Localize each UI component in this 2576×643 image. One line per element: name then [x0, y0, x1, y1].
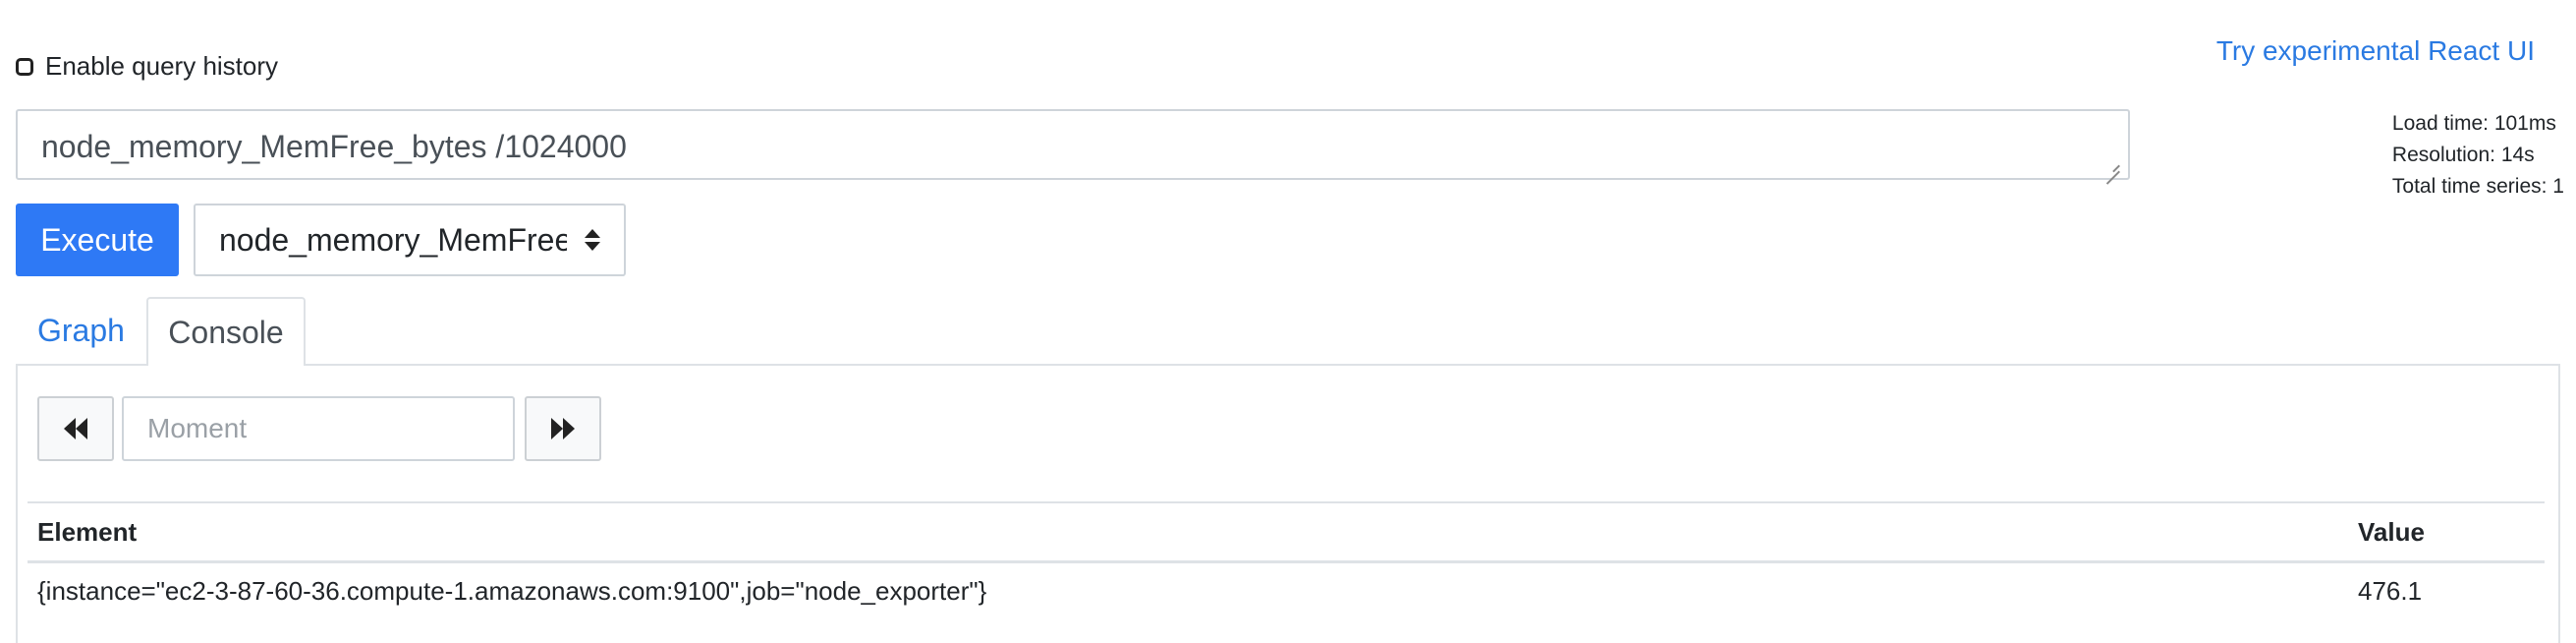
- total-series-text: Total time series: 1: [2391, 175, 2564, 198]
- tab-console[interactable]: Console: [146, 297, 306, 366]
- resolution-text: Resolution: 14s: [2391, 144, 2535, 166]
- column-header-value: Value: [2358, 517, 2425, 547]
- metric-select[interactable]: node_memory_MemFree_bytes: [194, 204, 626, 276]
- query-history-label: Enable query history: [45, 51, 279, 81]
- metric-select-value: node_memory_MemFree_bytes: [219, 221, 567, 258]
- resize-handle-icon[interactable]: [2106, 158, 2120, 172]
- moment-back-button[interactable]: [37, 396, 114, 461]
- query-history-checkbox[interactable]: [16, 57, 33, 76]
- react-ui-link[interactable]: Try experimental React UI: [2216, 35, 2535, 67]
- table-cell-value: 476.1: [2358, 576, 2423, 606]
- moment-forward-button[interactable]: [525, 396, 601, 461]
- execute-button[interactable]: Execute: [16, 204, 179, 276]
- query-stats: Load time: 101ms Resolution: 14s Total t…: [2392, 108, 2564, 203]
- expression-input[interactable]: node_memory_MemFree_bytes /1024000: [16, 109, 2130, 180]
- tab-graph[interactable]: Graph: [37, 313, 125, 349]
- expression-text: node_memory_MemFree_bytes /1024000: [41, 129, 627, 164]
- table-cell-element[interactable]: {instance="ec2-3-87-60-36.compute-1.amaz…: [37, 576, 986, 607]
- backward-icon: [64, 418, 87, 439]
- table-top-rule: [28, 501, 2545, 503]
- load-time-text: Load time: 101ms: [2391, 112, 2556, 135]
- moment-input[interactable]: Moment: [122, 396, 515, 461]
- table-header-rule: [28, 560, 2545, 563]
- column-header-element: Element: [37, 517, 138, 547]
- forward-icon: [551, 418, 575, 439]
- query-history-toggle[interactable]: Enable query history: [16, 51, 278, 82]
- select-arrows-icon: [585, 229, 600, 251]
